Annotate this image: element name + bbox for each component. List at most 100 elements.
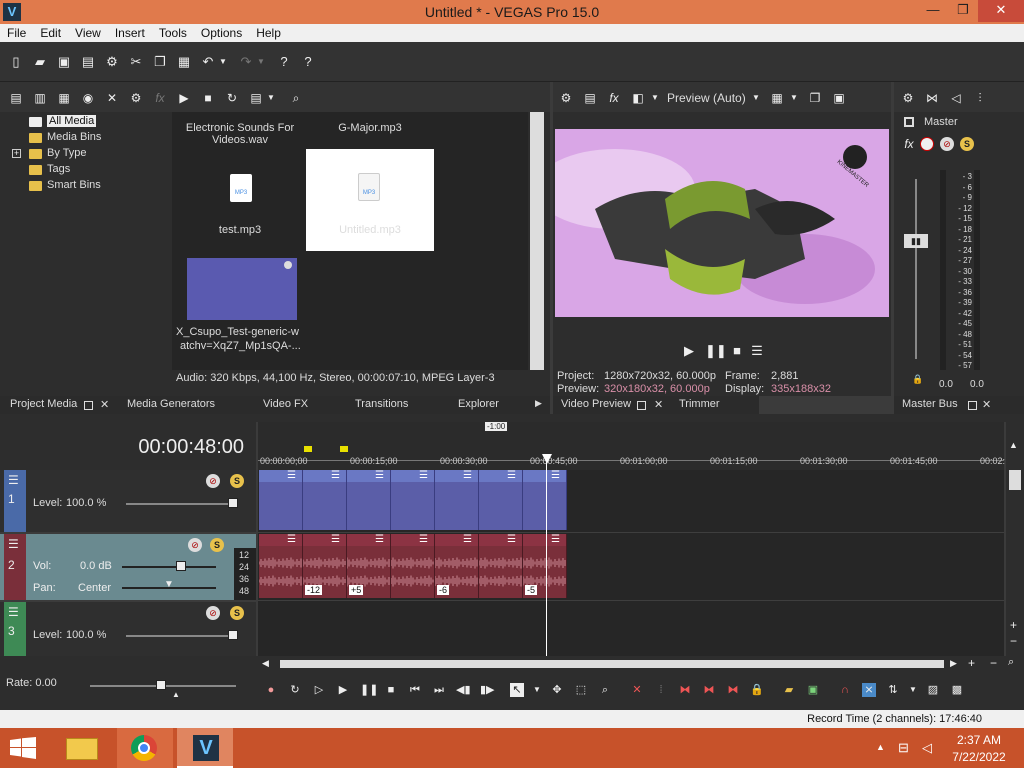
event-menu-icon[interactable]: ☰ (479, 470, 522, 482)
menu-options[interactable]: Options (194, 24, 249, 40)
tray-expand-icon[interactable]: ▲ (876, 742, 885, 752)
audio-event[interactable]: ☰ (391, 534, 435, 598)
cut-icon[interactable]: ✂ (128, 54, 144, 70)
properties-icon[interactable]: ⚙ (104, 54, 120, 70)
play-from-start-icon[interactable]: ▷ (312, 683, 326, 697)
tree-item-all-media[interactable]: All Media (47, 115, 97, 127)
master-mute-icon[interactable]: ⊘ (940, 137, 954, 151)
track-3-header[interactable]: ☰ 3 ⊘ S Level: 100.0 % (0, 602, 256, 656)
ripple-edit-icon[interactable]: ⇅ (886, 683, 900, 697)
track-menu-icon[interactable]: ☰ (8, 605, 19, 619)
master-solo-icon[interactable]: S (960, 137, 974, 151)
level-slider-knob[interactable] (228, 498, 238, 508)
video-fx-icon[interactable]: fx (606, 90, 622, 106)
media-item-electronic-sounds[interactable]: Electronic Sounds For Videos.wav (178, 122, 302, 146)
minimize-button[interactable]: — (918, 0, 948, 22)
volume-slider-track[interactable] (122, 566, 216, 568)
video-event[interactable]: ☰ (435, 470, 479, 530)
track-2-header[interactable]: ☰ 2 ⊘ S Vol: 0.0 dB Pan: Center ▼ 12 24 … (0, 534, 256, 600)
rate-slider-knob[interactable] (156, 680, 166, 690)
undock-icon[interactable] (637, 401, 646, 410)
tab-transitions[interactable]: Transitions (355, 398, 408, 410)
loop-region-start[interactable] (304, 446, 312, 452)
preview-menu-icon[interactable]: ☰ (749, 343, 765, 359)
envelope-tool-icon[interactable]: ✥ (550, 683, 564, 697)
level-slider-track[interactable] (126, 503, 238, 505)
track-menu-icon[interactable]: ☰ (8, 473, 19, 487)
split-screen-icon[interactable]: ◧ (630, 90, 646, 106)
overlays-icon[interactable]: ▦ (769, 90, 785, 106)
marker-icon[interactable]: ▰ (782, 683, 796, 697)
device-icon[interactable]: ▤ (582, 90, 598, 106)
preview-quality-select[interactable]: Preview (Auto) (667, 91, 746, 105)
menu-insert[interactable]: Insert (108, 24, 152, 40)
playhead-cursor[interactable] (546, 456, 547, 656)
close-tab-icon[interactable]: ✕ (982, 398, 991, 411)
tabs-scroll-right-icon[interactable]: ▶ (535, 398, 542, 409)
scroll-right-icon[interactable]: ▶ (950, 658, 957, 669)
tab-video-preview[interactable]: Video Preview (561, 398, 631, 410)
redo-icon[interactable]: ↷ (238, 54, 254, 70)
video-event[interactable]: ☰ (259, 470, 303, 530)
paste-icon[interactable]: ▦ (176, 54, 192, 70)
dock-splitter[interactable] (0, 414, 1024, 422)
event-menu-icon[interactable]: ☰ (435, 534, 478, 546)
track-1-header[interactable]: ☰ 1 ⊘ S Level: 100.0 % (0, 470, 256, 532)
tree-item-smart-bins[interactable]: Smart Bins (47, 179, 101, 191)
media-item-test[interactable]: test.mp3 (178, 224, 302, 236)
menu-edit[interactable]: Edit (33, 24, 68, 40)
timeline-hscroll[interactable]: ◀ ▶ + − ⌕ (258, 656, 1024, 672)
ignore-grouping-icon[interactable]: ▩ (950, 683, 964, 697)
video-event[interactable]: ☰ (391, 470, 435, 530)
master-properties-icon[interactable]: ⚙ (900, 90, 916, 106)
stop-icon[interactable]: ■ (200, 90, 216, 106)
tree-item-tags[interactable]: Tags (47, 163, 70, 175)
tab-video-fx[interactable]: Video FX (263, 398, 308, 410)
selection-tool-icon[interactable]: ⬚ (574, 683, 588, 697)
track-menu-icon[interactable]: ☰ (8, 537, 19, 551)
undo-dropdown-icon[interactable]: ▼ (218, 54, 228, 70)
split-dropdown-icon[interactable]: ▼ (650, 90, 660, 106)
event-menu-icon[interactable]: ☰ (479, 534, 522, 546)
import-media-icon[interactable]: ▤ (8, 90, 24, 106)
help-icon[interactable]: ? (300, 54, 316, 70)
expand-toggle[interactable]: + (12, 149, 21, 158)
get-media-web-icon[interactable]: ◉ (80, 90, 96, 106)
event-menu-icon[interactable]: ☰ (523, 470, 566, 482)
master-checkbox[interactable] (904, 117, 914, 127)
audio-event[interactable]: ☰ (259, 534, 303, 598)
media-fx-icon[interactable]: fx (152, 90, 168, 106)
solo-icon[interactable]: S (230, 606, 244, 620)
close-tab-icon[interactable]: ✕ (654, 398, 663, 411)
lock-envelopes-icon[interactable]: ▨ (926, 683, 940, 697)
automation-icon[interactable] (920, 137, 934, 151)
pan-slider-knob[interactable]: ▼ (164, 579, 174, 590)
event-menu-icon[interactable]: ☰ (303, 470, 346, 482)
remove-icon[interactable]: ✕ (104, 90, 120, 106)
lock-events-icon[interactable]: 🔒 (750, 683, 764, 697)
video-event[interactable]: ☰ (479, 470, 523, 530)
volume-icon[interactable]: ◁ (922, 740, 932, 756)
media-properties-icon[interactable]: ⚙ (128, 90, 144, 106)
event-menu-icon[interactable]: ☰ (347, 534, 390, 546)
solo-icon[interactable]: S (230, 474, 244, 488)
clock-date[interactable]: 7/22/2022 (950, 750, 1008, 764)
tree-item-media-bins[interactable]: Media Bins (47, 131, 101, 143)
video-thumbnail[interactable] (187, 258, 297, 320)
copy-snapshot-icon[interactable]: ❐ (807, 90, 823, 106)
normal-edit-tool-icon[interactable]: ↖ (510, 683, 524, 697)
clock-time[interactable]: 2:37 AM (956, 733, 1002, 747)
search-icon[interactable]: ⌕ (288, 90, 304, 106)
auto-preview-icon[interactable]: ↻ (224, 90, 240, 106)
play-icon[interactable]: ▶ (176, 90, 192, 106)
close-button[interactable]: ✕ (978, 0, 1024, 22)
scroll-up-icon[interactable]: ▲ (1009, 440, 1018, 450)
media-scrollbar[interactable] (530, 112, 544, 370)
hscroll-thumb[interactable] (280, 660, 944, 668)
region-icon[interactable]: ▣ (806, 683, 820, 697)
tab-media-generators[interactable]: Media Generators (127, 398, 215, 410)
level-slider-knob[interactable] (228, 630, 238, 640)
preview-pause-icon[interactable]: ❚❚ (705, 343, 727, 359)
split-icon[interactable]: ⧓ (726, 683, 740, 697)
event-menu-icon[interactable]: ☰ (303, 534, 346, 546)
